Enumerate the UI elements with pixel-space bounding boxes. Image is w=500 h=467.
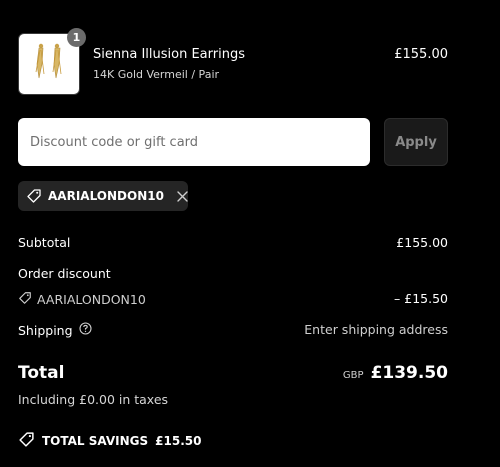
close-icon[interactable] [176,190,189,203]
subtotal-value: £155.00 [396,235,448,250]
savings-value: £15.50 [155,434,202,448]
product-price: £155.00 [394,47,448,62]
tax-note: Including £0.00 in taxes [18,392,169,407]
shipping-row: Shipping [18,322,92,338]
help-circle-icon[interactable] [78,322,92,338]
savings-label: TOTAL SAVINGS [42,434,149,448]
order-discount-code-row: AARIALONDON10 [18,291,146,308]
order-discount-value: – £15.50 [394,291,448,306]
shipping-value: Enter shipping address [304,322,448,337]
quantity-badge: 1 [67,28,86,47]
tag-icon [18,291,32,308]
subtotal-label: Subtotal [18,235,71,250]
tag-icon [26,188,42,204]
total-amount: GBP £139.50 [343,363,448,383]
order-discount-label: Order discount [18,266,111,281]
total-label: Total [18,363,65,383]
order-discount-code: AARIALONDON10 [37,292,146,307]
shipping-label: Shipping [18,322,73,338]
applied-discount-chip: AARIALONDON10 [18,181,188,211]
total-currency: GBP [342,370,364,381]
discount-code-input[interactable] [18,118,370,166]
product-name: Sienna Illusion Earrings [93,47,245,62]
tag-icon [18,431,35,451]
product-variant: 14K Gold Vermeil / Pair [93,68,220,81]
total-value: £139.50 [370,363,448,383]
applied-discount-code: AARIALONDON10 [48,189,164,203]
total-savings: TOTAL SAVINGS £15.50 [18,431,201,451]
apply-discount-button[interactable]: Apply [384,118,448,166]
